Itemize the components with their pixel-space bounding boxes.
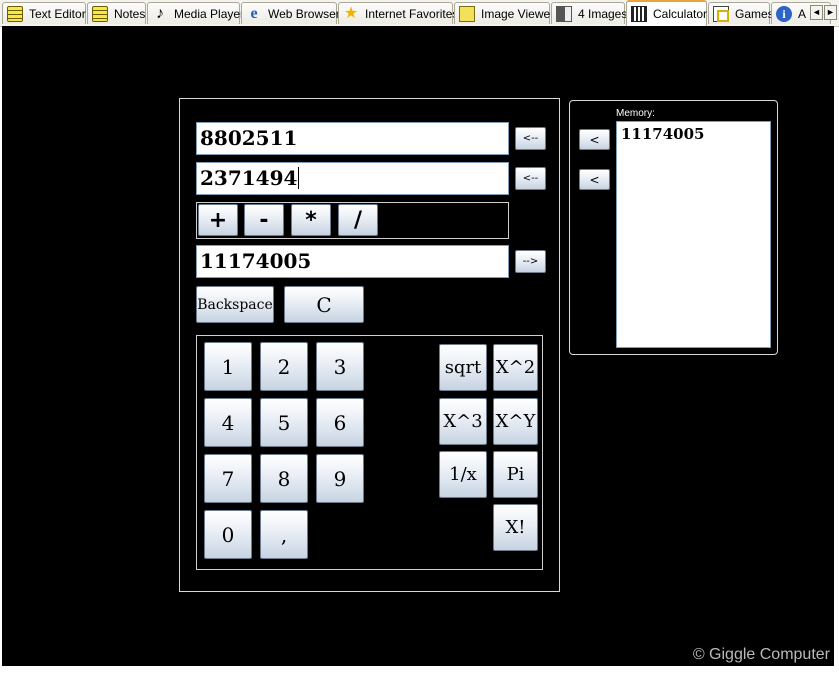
tab-notes[interactable]: Notes xyxy=(87,2,146,24)
tab-label: 4 Images xyxy=(578,6,628,21)
reciprocal-button[interactable]: 1/x xyxy=(439,451,487,498)
operand1-field[interactable]: 8802511 xyxy=(196,122,509,155)
tab-label: Internet Favorites xyxy=(365,6,459,21)
digit-9-button[interactable]: 9 xyxy=(316,454,364,503)
tab-label: Media Player xyxy=(174,6,245,21)
digit-0-button[interactable]: 0 xyxy=(204,510,252,559)
memory-panel: < < Memory: 11174005 xyxy=(569,100,778,355)
games-icon xyxy=(713,5,729,22)
tab-label: Calculator xyxy=(653,7,708,21)
tab-internet-favorites[interactable]: ★ Internet Favorites xyxy=(338,2,458,24)
tab-media-player[interactable]: ♪ Media Player xyxy=(147,2,244,24)
tab-bar: Text Editor Notes ♪ Media Player e Web B… xyxy=(0,0,839,27)
images-icon xyxy=(556,5,572,22)
star-icon: ★ xyxy=(343,4,359,22)
calculator-stage: 8802511 <-- 2371494 <-- + - * / 11174005… xyxy=(2,26,834,666)
result-field[interactable]: 11174005 xyxy=(196,245,509,278)
tab-label: Games xyxy=(735,6,774,21)
music-note-icon: ♪ xyxy=(156,4,164,22)
tab-4-images[interactable]: 4 Images xyxy=(551,2,628,24)
tab-image-viewer[interactable]: Image Viewer xyxy=(454,2,554,24)
divide-button[interactable]: / xyxy=(338,204,378,236)
memory-item[interactable]: 11174005 xyxy=(621,125,766,143)
recall-to-operand2-button[interactable]: < xyxy=(579,169,610,190)
tab-label: Web Browser xyxy=(268,6,340,21)
digit-6-button[interactable]: 6 xyxy=(316,398,364,447)
text-caret xyxy=(298,167,300,189)
notes-icon xyxy=(92,5,108,22)
operand2-field[interactable]: 2371494 xyxy=(196,162,509,195)
memory-title: Memory: xyxy=(616,108,655,119)
operator-group: + - * / xyxy=(196,202,509,239)
browser-icon: e xyxy=(250,4,258,22)
plus-button[interactable]: + xyxy=(198,204,238,236)
digit-1-button[interactable]: 1 xyxy=(204,342,252,391)
tab-games[interactable]: Games xyxy=(708,2,774,24)
keypad: 1 2 3 4 5 6 7 8 9 0 , sqrt X^2 X^3 X^Y 1… xyxy=(196,335,543,570)
tab-label: Image Viewer xyxy=(481,6,555,21)
pi-button[interactable]: Pi xyxy=(493,451,538,498)
clear-button[interactable]: C xyxy=(284,286,364,323)
backspace-button[interactable]: Backspace xyxy=(196,286,274,323)
digit-4-button[interactable]: 4 xyxy=(204,398,252,447)
tab-label: A xyxy=(798,6,807,21)
cube-button[interactable]: X^3 xyxy=(439,398,487,445)
tab-label: Text Editor xyxy=(29,6,86,21)
operand2-value: 2371494 xyxy=(200,166,298,190)
tab-web-browser[interactable]: e Web Browser xyxy=(241,2,340,24)
tab-text-editor[interactable]: Text Editor xyxy=(2,2,86,24)
calculator-panel: 8802511 <-- 2371494 <-- + - * / 11174005… xyxy=(179,98,560,592)
calculator-icon xyxy=(631,6,647,22)
sqrt-button[interactable]: sqrt xyxy=(439,344,487,391)
digit-7-button[interactable]: 7 xyxy=(204,454,252,503)
multiply-button[interactable]: * xyxy=(291,204,331,236)
digit-2-button[interactable]: 2 xyxy=(260,342,308,391)
info-icon: i xyxy=(776,5,792,22)
digit-8-button[interactable]: 8 xyxy=(260,454,308,503)
comma-button[interactable]: , xyxy=(260,510,308,559)
store-to-memory-button[interactable]: --> xyxy=(515,250,546,273)
power-button[interactable]: X^Y xyxy=(493,398,538,445)
image-icon xyxy=(459,5,475,22)
tab-label: Notes xyxy=(114,6,146,21)
recall-to-operand1-button[interactable]: < xyxy=(579,129,610,150)
minus-button[interactable]: - xyxy=(244,204,284,236)
copyright-text: © Giggle Computer xyxy=(692,646,830,663)
digit-5-button[interactable]: 5 xyxy=(260,398,308,447)
digit-3-button[interactable]: 3 xyxy=(316,342,364,391)
memory-list[interactable]: 11174005 xyxy=(616,121,771,348)
tab-scroll-right-button[interactable]: ► xyxy=(824,5,837,20)
copy-to-operand2-button[interactable]: <-- xyxy=(515,167,546,190)
factorial-button[interactable]: X! xyxy=(493,504,538,551)
tab-calculator[interactable]: Calculator xyxy=(626,0,707,26)
copy-to-operand1-button[interactable]: <-- xyxy=(515,127,546,150)
square-button[interactable]: X^2 xyxy=(493,344,538,391)
notepad-icon xyxy=(7,5,23,22)
tab-scroll-left-button[interactable]: ◄ xyxy=(810,5,823,20)
